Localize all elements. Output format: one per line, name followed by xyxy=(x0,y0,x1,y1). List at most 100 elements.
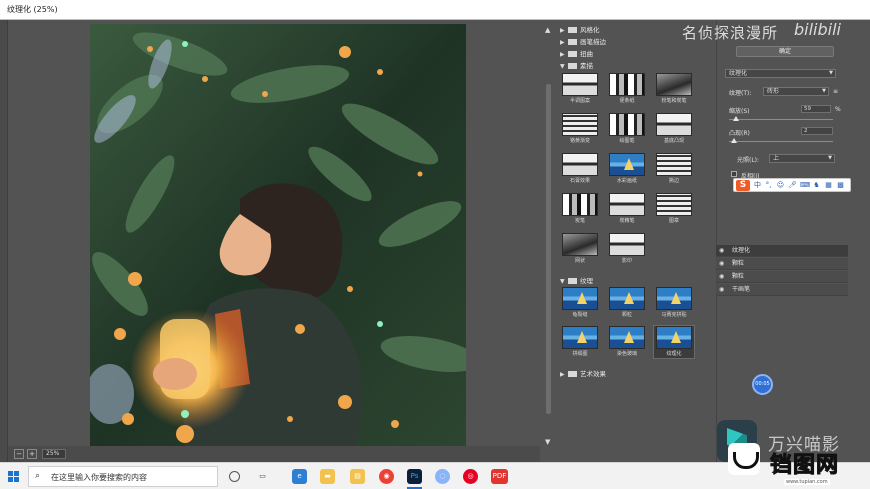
photoshop-icon[interactable]: Ps xyxy=(407,469,422,484)
eye-icon[interactable]: ◉ xyxy=(719,245,727,256)
folder-label: 艺术效果 xyxy=(580,370,606,378)
filter-thumb[interactable]: 铬黄渐变 xyxy=(560,113,600,145)
folder-label: 纹理 xyxy=(580,277,593,285)
filter-thumb[interactable]: 影印 xyxy=(607,233,647,265)
folder-distort[interactable]: ▶ 扭曲 xyxy=(560,48,593,59)
texture-menu-icon[interactable]: ≡ xyxy=(833,88,838,95)
filter-label: 水彩画纸 xyxy=(616,178,637,184)
zoom-out-button[interactable]: − xyxy=(14,449,24,459)
pdf-icon[interactable]: PDF xyxy=(491,469,508,484)
cortana-icon[interactable] xyxy=(229,471,240,482)
scaling-input[interactable]: 59 xyxy=(801,105,831,113)
taskbar-search-input[interactable]: ⌕ 在这里输入你要搜索的内容 xyxy=(28,466,218,487)
filter-thumb[interactable]: 水彩画纸 xyxy=(607,153,647,185)
texture-label: 纹理(T): xyxy=(729,90,752,97)
file-explorer-icon[interactable]: ▤ xyxy=(350,469,365,484)
folder-brush-strokes[interactable]: ▶ 画笔描边 xyxy=(560,36,606,47)
shirt-icon[interactable]: ♞ xyxy=(812,181,821,190)
emoji-icon[interactable]: ☺ xyxy=(776,181,785,190)
filter-thumb[interactable]: 网状 xyxy=(560,233,600,265)
collapsed-arrow-icon: ▶ xyxy=(560,27,565,34)
invert-checkbox[interactable] xyxy=(731,171,737,177)
chrome-icon[interactable]: ◉ xyxy=(379,469,394,484)
filter-label: 半调图案 xyxy=(569,98,590,104)
toolbox-icon[interactable]: ▦ xyxy=(824,181,833,190)
filter-thumb[interactable]: 便条纸 xyxy=(607,73,647,105)
task-view-icon[interactable]: ▭ xyxy=(255,469,270,484)
scaling-slider-knob[interactable] xyxy=(733,116,739,121)
filter-thumb[interactable]: 龟裂缝 xyxy=(560,287,600,319)
folder-label: 素描 xyxy=(580,62,593,70)
filter-thumb[interactable]: 基底凸现 xyxy=(654,113,694,145)
keyboard-icon[interactable]: ⌨ xyxy=(800,181,810,190)
microphone-icon[interactable]: 🎤︎ xyxy=(788,181,797,190)
folder-stylize[interactable]: ▶ 风格化 xyxy=(560,24,600,35)
bilibili-logo: bilibili xyxy=(794,20,841,39)
folder-label: 风格化 xyxy=(580,26,600,34)
filter-label: 粉笔和炭笔 xyxy=(661,98,687,104)
eye-icon[interactable]: ◉ xyxy=(719,284,727,295)
scaling-slider[interactable] xyxy=(729,119,833,120)
folder-icon xyxy=(568,51,577,57)
scroll-thumb[interactable] xyxy=(546,84,551,414)
gallery-scrollbar[interactable]: ▲ ▼ xyxy=(543,20,554,446)
filter-thumb[interactable]: 图章 xyxy=(654,193,694,225)
folder-artistic[interactable]: ▶ 艺术效果 xyxy=(560,368,606,379)
ime-toolbar[interactable]: S 中 °, ☺ 🎤︎ ⌨ ♞ ▦ ▩ xyxy=(733,178,851,192)
preview-photo[interactable] xyxy=(90,24,466,447)
zoom-level-select[interactable]: 25% xyxy=(42,449,66,459)
effect-layer[interactable]: ◉ 纹理化 xyxy=(716,245,848,257)
chinese-mode-icon[interactable]: 中 xyxy=(753,181,762,190)
scroll-down-icon[interactable]: ▼ xyxy=(545,438,550,446)
folder-texture[interactable]: ▼ 纹理 xyxy=(560,275,593,286)
filter-thumb[interactable]: 炭精笔 xyxy=(607,193,647,225)
edge-icon[interactable]: e xyxy=(292,469,307,484)
zoom-in-button[interactable]: + xyxy=(27,449,37,459)
file-folder-icon[interactable]: ▬ xyxy=(320,469,335,484)
folder-label: 扭曲 xyxy=(580,50,593,58)
filter-thumb[interactable]: 半调图案 xyxy=(560,73,600,105)
sogou-logo-icon[interactable]: S xyxy=(736,180,750,191)
effect-layer[interactable]: ◉ 颗粒 xyxy=(716,258,848,270)
filter-thumb[interactable]: 马赛克拼贴 xyxy=(654,287,694,319)
punctuation-icon[interactable]: °, xyxy=(764,181,773,190)
grid-icon[interactable]: ▩ xyxy=(836,181,845,190)
ok-button[interactable]: 确定 xyxy=(736,46,834,57)
preview-photo-graphic xyxy=(90,24,466,447)
filter-thumb[interactable]: 拼缀图 xyxy=(560,326,600,358)
filter-preview xyxy=(562,153,598,176)
relief-slider[interactable] xyxy=(729,141,833,142)
filter-preview xyxy=(562,233,598,256)
texture-select[interactable]: 砖形 ▼ xyxy=(763,87,829,96)
floating-record-bubble[interactable]: 00:05 xyxy=(752,374,773,395)
folder-icon xyxy=(568,371,577,377)
relief-slider-knob[interactable] xyxy=(731,138,737,143)
app-icon[interactable]: ◌ xyxy=(435,469,450,484)
filter-select[interactable]: 纹理化 ▼ xyxy=(725,69,836,78)
relief-input[interactable]: 2 xyxy=(801,127,833,135)
app-window: 纹理化 (25%) − + 25% ▲ ▼ ▶ 风格化 ▶ 画笔描边 ▶ 扭曲 … xyxy=(0,0,870,489)
filter-thumb[interactable]: 撕边 xyxy=(654,153,694,185)
filter-thumb[interactable]: 颗粒 xyxy=(607,287,647,319)
filter-thumb-selected[interactable]: 纹理化 xyxy=(653,325,695,359)
folder-sketch[interactable]: ▼ 素描 xyxy=(560,60,593,71)
netease-music-icon[interactable]: ◎ xyxy=(463,469,478,484)
filter-thumb[interactable]: 绘图笔 xyxy=(607,113,647,145)
eye-icon[interactable]: ◉ xyxy=(719,271,727,282)
left-edge-bar xyxy=(0,20,8,462)
relief-label: 凸现(R) xyxy=(729,130,750,137)
eye-icon[interactable]: ◉ xyxy=(719,258,727,269)
tupian-watermark: 铛图网 www.tupian.com xyxy=(728,441,870,489)
effect-layer[interactable]: ◉ 干画笔 xyxy=(716,284,848,296)
filter-thumb[interactable]: 石膏效果 xyxy=(560,153,600,185)
filter-thumb[interactable]: 粉笔和炭笔 xyxy=(654,73,694,105)
filter-preview xyxy=(656,287,692,310)
texture-select-value: 砖形 xyxy=(767,88,780,95)
light-select[interactable]: 上 ▼ xyxy=(769,154,835,163)
filter-thumb[interactable]: 染色玻璃 xyxy=(607,326,647,358)
windows-start-icon[interactable] xyxy=(8,471,19,482)
effect-layer[interactable]: ◉ 颗粒 xyxy=(716,271,848,283)
scroll-up-icon[interactable]: ▲ xyxy=(545,26,550,34)
scaling-label: 缩放(S) xyxy=(729,108,750,115)
filter-thumb[interactable]: 炭笔 xyxy=(560,193,600,225)
